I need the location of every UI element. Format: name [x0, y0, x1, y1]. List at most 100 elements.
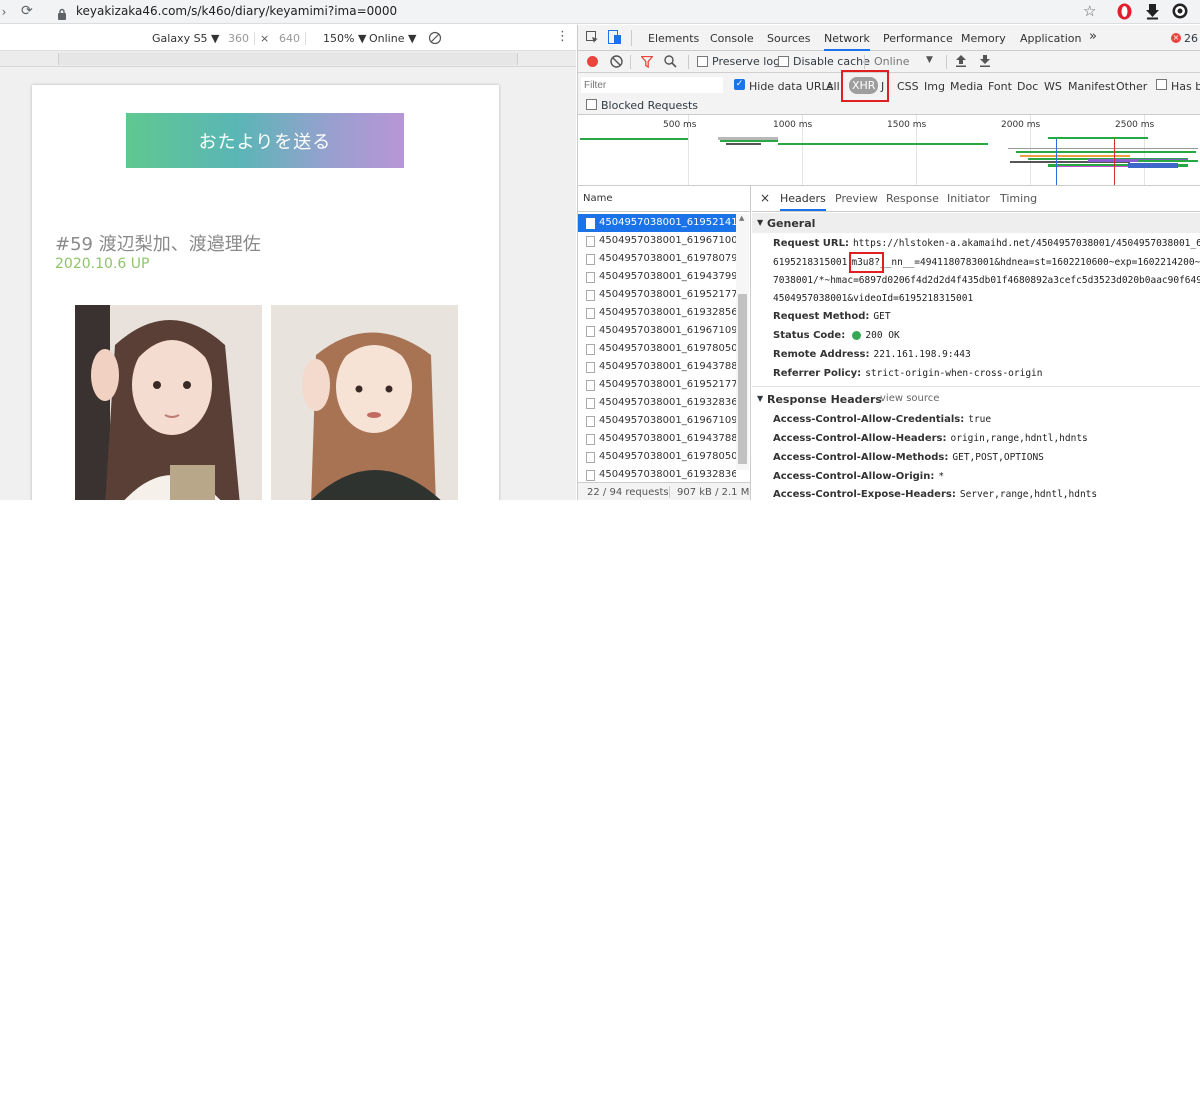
request-row[interactable]: 4504957038001_6195214149( — [578, 214, 736, 232]
request-row[interactable]: 4504957038001_6197807922( — [578, 250, 736, 268]
request-row[interactable]: 4504957038001_6196710903( — [578, 412, 736, 430]
request-row[interactable]: 4504957038001_6194378838( — [578, 358, 736, 376]
filter-type-manifest[interactable]: Manifest — [1068, 80, 1115, 93]
disable-cache-checkbox[interactable] — [778, 56, 789, 67]
scroll-up-icon[interactable]: ▲ — [739, 214, 744, 222]
tab-sources[interactable]: Sources — [767, 32, 811, 45]
request-name: 4504957038001_6194379998( — [599, 271, 736, 282]
request-url-part: 6195218315001 — [773, 257, 848, 268]
request-row[interactable]: 4504957038001_6196710903( — [578, 322, 736, 340]
tab-elements[interactable]: Elements — [648, 32, 699, 45]
search-icon[interactable] — [664, 55, 677, 68]
tab-network[interactable]: Network — [824, 32, 870, 51]
name-column-header[interactable]: Name — [583, 193, 613, 204]
tab-timing[interactable]: Timing — [1000, 192, 1037, 205]
tab-response[interactable]: Response — [886, 192, 939, 205]
disable-cache-label: Disable cache — [793, 55, 870, 68]
export-har-icon[interactable] — [979, 54, 991, 68]
has-blocked-checkbox[interactable] — [1156, 79, 1167, 90]
remote-address-label: Remote Address: — [773, 349, 870, 360]
request-url-value: https://hlstoken-a.akamaihd.net/45049570… — [852, 238, 1200, 249]
clear-icon[interactable] — [610, 55, 623, 68]
request-row[interactable]: 4504957038001_6193285665( — [578, 304, 736, 322]
tab-application[interactable]: Application — [1020, 32, 1081, 45]
close-details-button[interactable]: × — [760, 191, 770, 205]
tab-headers[interactable]: Headers — [780, 192, 826, 211]
request-name: 4504957038001_6193285665( — [599, 307, 736, 318]
filter-type-doc[interactable]: Doc — [1017, 80, 1038, 93]
request-row[interactable]: 4504957038001_6194378838( — [578, 430, 736, 448]
referrer-policy-label: Referrer Policy: — [773, 368, 862, 379]
tab-console[interactable]: Console — [710, 32, 754, 45]
error-count[interactable]: 26 — [1184, 32, 1198, 45]
scrollbar-thumb[interactable] — [738, 294, 747, 464]
reload-icon[interactable]: ⟳ — [21, 3, 33, 19]
height-input[interactable]: 640 — [274, 32, 306, 45]
width-input[interactable]: 360 — [223, 32, 255, 45]
remote-address-value: 221.161.198.9:443 — [873, 349, 971, 360]
filter-type-img[interactable]: Img — [924, 80, 945, 93]
request-row[interactable]: 4504957038001_6197805085( — [578, 448, 736, 466]
back-arrow-icon[interactable]: › — [0, 5, 8, 19]
request-name: 4504957038001_6196710903( — [599, 325, 736, 336]
throttling-select[interactable]: Online — [874, 55, 909, 68]
request-name: 4504957038001_6197805085( — [599, 343, 736, 354]
filter-input[interactable] — [581, 77, 723, 93]
device-select[interactable]: Galaxy S5 ▼ — [152, 32, 220, 45]
address-bar: › ⟳ keyakizaka46.com/s/k46o/diary/keyami… — [0, 0, 1200, 24]
more-options-icon[interactable]: ⋮ — [556, 29, 569, 44]
screenshot: › ⟳ keyakizaka46.com/s/k46o/diary/keyami… — [0, 0, 1200, 500]
response-headers-section-header[interactable]: ▼ Response Headers view source — [752, 389, 1200, 409]
zoom-select[interactable]: 150% ▼ — [323, 32, 366, 45]
filter-icon[interactable] — [640, 55, 654, 69]
send-letter-button[interactable]: おたよりを送る — [126, 113, 404, 168]
filter-type-css[interactable]: CSS — [897, 80, 919, 93]
filter-type-all[interactable]: All — [826, 80, 840, 93]
tab-preview[interactable]: Preview — [835, 192, 878, 205]
response-headers-title: Response Headers — [767, 393, 882, 406]
device-toggle-icon[interactable] — [608, 30, 622, 45]
preserve-log-checkbox[interactable] — [697, 56, 708, 67]
request-url-line-3: 7038001/*~hmac=6897d0206f4d2d2d4f435db01… — [773, 275, 1200, 286]
response-header-key: Access-Control-Allow-Credentials: — [773, 414, 965, 425]
request-row[interactable]: 4504957038001_6196710094( — [578, 232, 736, 250]
request-method-row: Request Method: GET — [773, 311, 891, 322]
request-row[interactable]: 4504957038001_6193283657( — [578, 394, 736, 412]
media-query-ruler — [0, 51, 576, 67]
blocked-requests-checkbox[interactable] — [586, 99, 597, 110]
response-header-value: origin,range,hdntl,hdnts — [950, 433, 1088, 444]
request-row[interactable]: 4504957038001_6197805085( — [578, 340, 736, 358]
request-list-scrollbar[interactable]: ▲ — [736, 214, 749, 470]
tab-initiator[interactable]: Initiator — [947, 192, 990, 205]
record-icon[interactable] — [587, 56, 598, 67]
referrer-policy-value: strict-origin-when-cross-origin — [865, 368, 1043, 379]
request-row[interactable]: 4504957038001_6195217774( — [578, 286, 736, 304]
request-url-label: Request URL: — [773, 238, 849, 249]
tab-memory[interactable]: Memory — [961, 32, 1006, 45]
url-text[interactable]: keyakizaka46.com/s/k46o/diary/keyamimi?i… — [76, 4, 397, 18]
inspect-element-icon[interactable] — [586, 31, 599, 44]
throttle-select[interactable]: Online ▼ — [369, 32, 416, 45]
more-tabs-button[interactable]: » — [1089, 29, 1097, 44]
request-row[interactable]: 4504957038001_6195217774( — [578, 376, 736, 394]
request-name: 4504957038001_6197807922( — [599, 253, 736, 264]
error-icon[interactable]: × — [1171, 33, 1181, 43]
request-row[interactable]: 4504957038001_6194379998( — [578, 268, 736, 286]
download-extension-icon[interactable] — [1145, 3, 1160, 20]
tab-performance[interactable]: Performance — [883, 32, 953, 45]
view-source-link[interactable]: view source — [880, 393, 939, 404]
hide-data-urls-checkbox[interactable]: ✓ — [734, 79, 745, 90]
general-section-header[interactable]: ▼ General — [752, 213, 1200, 233]
filter-type-font[interactable]: Font — [988, 80, 1012, 93]
filter-type-media[interactable]: Media — [950, 80, 983, 93]
member-photo-left — [75, 305, 262, 500]
status-code-value: 200 OK — [865, 330, 900, 341]
import-har-icon[interactable] — [955, 54, 967, 68]
rotate-icon[interactable] — [428, 31, 442, 45]
profile-extension-icon[interactable] — [1172, 3, 1188, 19]
filter-type-ws[interactable]: WS — [1044, 80, 1062, 93]
triangle-down-icon: ▼ — [757, 218, 764, 227]
opera-extension-icon[interactable] — [1117, 3, 1132, 20]
filter-type-other[interactable]: Other — [1116, 80, 1147, 93]
bookmark-star-icon[interactable]: ☆ — [1083, 2, 1096, 20]
